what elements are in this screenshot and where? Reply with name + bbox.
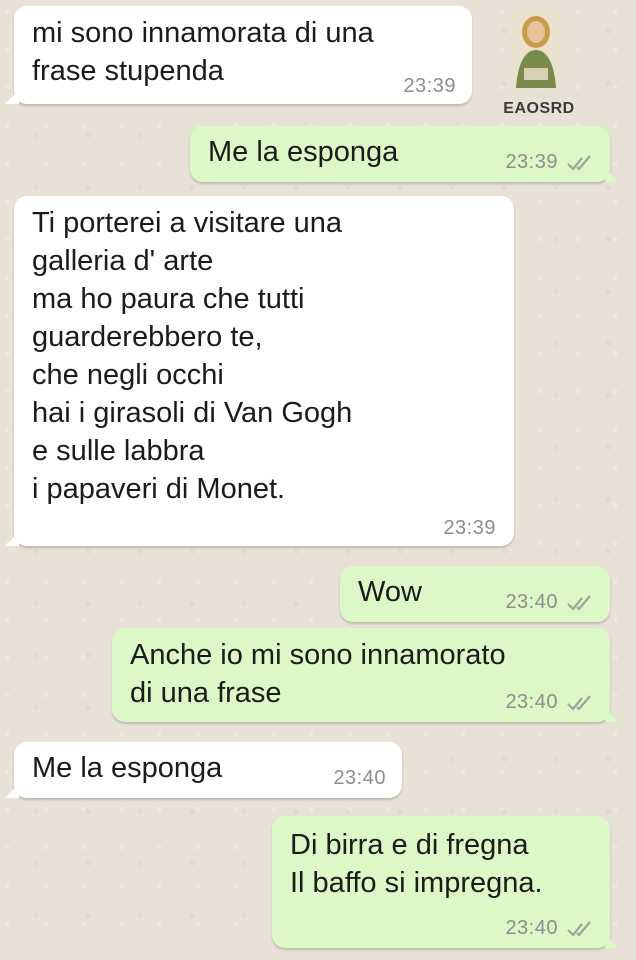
message-time: 23:40	[505, 691, 558, 713]
message-text: Di birra e di fregna Il baffo si impregn…	[290, 829, 543, 899]
double-check-icon	[567, 695, 591, 711]
message-bubble-outgoing[interactable]: Di birra e di fregna Il baffo si impregn…	[272, 816, 619, 948]
message-time: 23:39	[505, 151, 558, 173]
message-time: 23:39	[403, 75, 456, 97]
double-check-icon	[567, 155, 591, 171]
message-text: mi sono innamorata di una frase stupenda	[32, 17, 374, 87]
message-text: Wow	[358, 576, 422, 608]
message-bubble-outgoing[interactable]: Me la esponga 23:39	[190, 126, 619, 182]
message-text: Me la esponga	[32, 752, 223, 784]
double-check-icon	[567, 595, 591, 611]
message-time: 23:40	[505, 917, 558, 939]
message-time: 23:40	[333, 767, 386, 789]
message-bubble-incoming[interactable]: Ti porterei a visitare una galleria d' a…	[5, 196, 514, 546]
message-time: 23:39	[443, 517, 496, 539]
message-time: 23:40	[505, 591, 558, 613]
message-text: Ti porterei a visitare una galleria d' a…	[32, 207, 353, 505]
message-bubble-outgoing[interactable]: Wow 23:40	[340, 566, 610, 622]
woman-portrait-icon	[510, 8, 562, 88]
message-bubble-outgoing[interactable]: Anche io mi sono innamorato di una frase…	[112, 628, 619, 722]
double-check-icon	[567, 921, 591, 937]
message-bubble-incoming[interactable]: mi sono innamorata di una frase stupenda…	[5, 6, 472, 104]
avatar: EAOSRD	[500, 8, 578, 120]
avatar-label: EAOSRD	[503, 100, 575, 117]
message-text: Anche io mi sono innamorato di una frase	[130, 639, 506, 709]
message-text: Me la esponga	[208, 136, 399, 168]
message-bubble-incoming[interactable]: Me la esponga 23:40	[5, 742, 402, 798]
